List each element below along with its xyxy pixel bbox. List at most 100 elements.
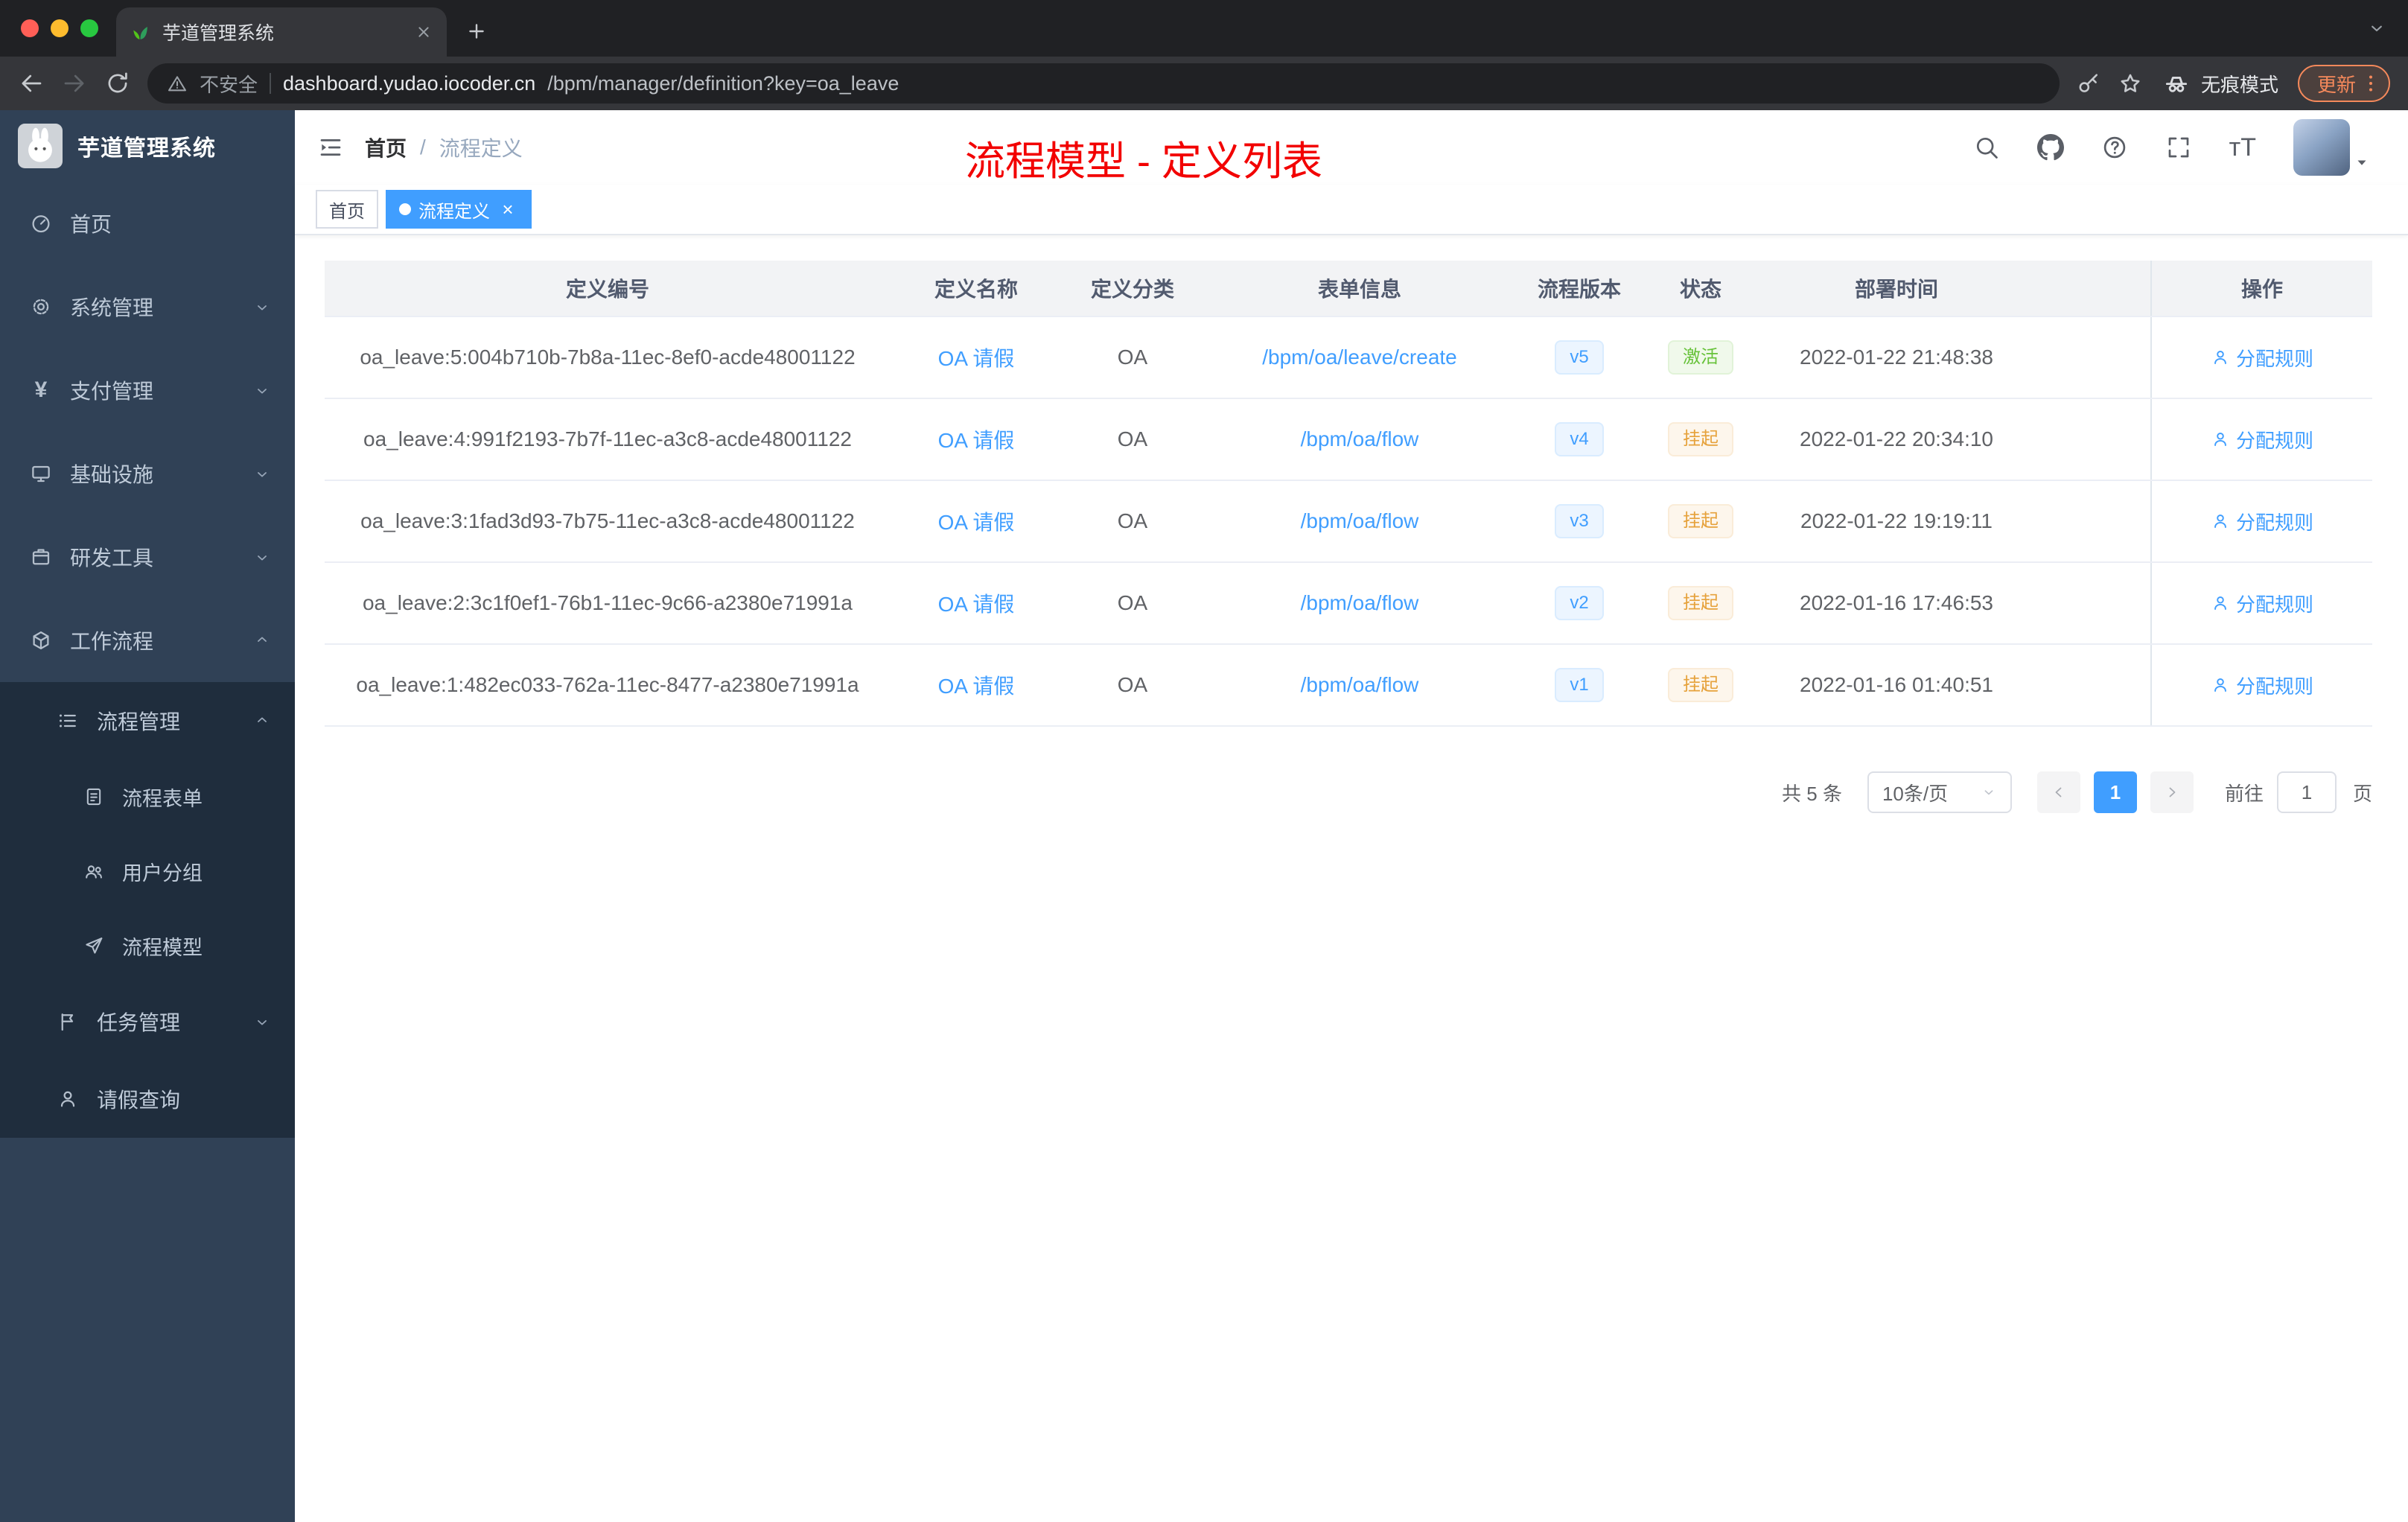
sidebar: 芋道管理系统 首页系统管理 ¥ 支付管理基础设施研发工具 工作流程 流程管理流程表单用户… xyxy=(0,110,295,1522)
version-tag: v4 xyxy=(1555,422,1604,456)
sidebar-item-user-group[interactable]: 用户分组 xyxy=(0,834,295,908)
sidebar-item-label: 流程模型 xyxy=(122,936,203,959)
fullscreen-icon[interactable] xyxy=(2165,134,2192,161)
sidebar-item-infrastructure[interactable]: 基础设施 xyxy=(0,432,295,515)
form-info-link[interactable]: /bpm/oa/flow xyxy=(1301,509,1419,533)
assign-rule-link[interactable]: 分配规则 xyxy=(2211,672,2313,699)
sidebar-item-home[interactable]: 首页 xyxy=(0,182,295,265)
page-size-select[interactable]: 10条/页 xyxy=(1867,771,2012,813)
url-bar[interactable]: 不安全 dashboard.yudao.iocoder.cn/bpm/manag… xyxy=(147,63,2060,104)
version-cell: v3 xyxy=(1516,481,1643,561)
new-tab-button[interactable] xyxy=(465,19,488,43)
window-zoom-button[interactable] xyxy=(80,19,98,37)
table-row: oa_leave:5:004b710b-7b8a-11ec-8ef0-acde4… xyxy=(325,317,2372,399)
version-cell: v4 xyxy=(1516,399,1643,480)
box-icon xyxy=(30,546,52,568)
sidebar-item-process-model[interactable]: 流程模型 xyxy=(0,908,295,983)
sidebar-item-workflow[interactable]: 工作流程 xyxy=(0,599,295,682)
sidebar-item-label: 支付管理 xyxy=(70,380,154,403)
status-tag: 挂起 xyxy=(1668,504,1733,538)
user-menu[interactable] xyxy=(2293,119,2371,176)
browser-tab[interactable]: 芋道管理系统 xyxy=(116,7,447,57)
sidebar-item-payment-management[interactable]: ¥ 支付管理 xyxy=(0,348,295,432)
breadcrumb: 首页 / 流程定义 xyxy=(365,133,523,162)
reload-icon[interactable] xyxy=(104,70,131,97)
definition-category: OA xyxy=(1117,427,1148,450)
tab-close-icon[interactable] xyxy=(414,22,433,42)
sidebar-item-label: 首页 xyxy=(70,213,112,236)
definition-name-link[interactable]: OA 请假 xyxy=(938,670,1015,700)
form-info-link[interactable]: /bpm/oa/flow xyxy=(1301,591,1419,615)
forward-icon[interactable] xyxy=(61,70,88,97)
sidebar-item-label: 基础设施 xyxy=(70,463,154,486)
status-cell: 挂起 xyxy=(1643,481,1759,561)
definition-name-link[interactable]: OA 请假 xyxy=(938,506,1015,536)
sidebar-logo[interactable]: 芋道管理系统 xyxy=(0,110,295,182)
definition-name-link[interactable]: OA 请假 xyxy=(938,424,1015,454)
tag-首页[interactable]: 首页 xyxy=(316,190,378,229)
tag-close-icon[interactable]: × xyxy=(497,199,518,220)
goto-page-input[interactable]: 1 xyxy=(2276,771,2337,813)
sidebar-item-system-management[interactable]: 系统管理 xyxy=(0,265,295,348)
browser-menu-icon[interactable] xyxy=(2359,71,2383,95)
form-info-link[interactable]: /bpm/oa/flow xyxy=(1301,427,1419,451)
tag-流程定义[interactable]: 流程定义 × xyxy=(386,190,532,229)
app: 芋道管理系统 首页 系统管理 ¥ 支付管理 基础设施 研发工具 工作流程 流程管理 流程表单 用户… xyxy=(0,110,2408,1522)
breadcrumb-item: 流程定义 xyxy=(439,137,523,160)
form-info-cell: /bpm/oa/flow xyxy=(1203,481,1516,561)
bookmark-star-icon[interactable] xyxy=(2118,71,2143,96)
page-size-value: 10条/页 xyxy=(1882,782,1949,805)
form-info-cell: /bpm/oa/leave/create xyxy=(1203,317,1516,398)
tab-favicon-icon xyxy=(130,22,150,42)
form-info-link[interactable]: /bpm/oa/flow xyxy=(1301,673,1419,697)
tab-title: 芋道管理系统 xyxy=(162,23,275,44)
assign-rule-link[interactable]: 分配规则 xyxy=(2211,344,2313,372)
form-info-link[interactable]: /bpm/oa/leave/create xyxy=(1262,346,1457,369)
password-key-icon[interactable] xyxy=(2076,71,2101,96)
version-tag: v5 xyxy=(1555,340,1604,375)
search-icon[interactable] xyxy=(1973,134,2000,161)
back-icon[interactable] xyxy=(18,70,45,97)
url-path: /bpm/manager/definition?key=oa_leave xyxy=(547,71,899,95)
sidebar-item-process-form[interactable]: 流程表单 xyxy=(0,760,295,834)
browser-tab-strip: 芋道管理系统 xyxy=(0,0,2408,57)
definition-name-link[interactable]: OA 请假 xyxy=(938,588,1015,618)
definition-name-cell: OA 请假 xyxy=(891,645,1062,725)
chevron-down-icon xyxy=(253,465,271,483)
assign-rule-link[interactable]: 分配规则 xyxy=(2211,508,2313,535)
sidebar-item-process-management[interactable]: 流程管理 xyxy=(0,682,295,760)
github-icon[interactable] xyxy=(2036,134,2064,161)
definitions-table: 定义编号 定义名称 定义分类 表单信息 流程版本 状态 部署时间 操作 oa_leave:5:… xyxy=(325,261,2372,727)
page-1-button[interactable]: 1 xyxy=(2093,771,2137,813)
chevron-up-icon xyxy=(253,631,271,649)
actions-cell: 分配规则 xyxy=(2150,645,2372,725)
prev-page-button[interactable] xyxy=(2036,771,2080,813)
logo-title: 芋道管理系统 xyxy=(77,136,216,161)
update-button[interactable]: 更新 xyxy=(2297,65,2390,102)
person-icon xyxy=(2211,593,2230,613)
table-row: oa_leave:4:991f2193-7b7f-11ec-a3c8-acde4… xyxy=(325,399,2372,481)
assign-rule-link[interactable]: 分配规则 xyxy=(2211,590,2313,617)
tab-list-chevron-icon[interactable] xyxy=(2366,18,2387,39)
help-icon[interactable] xyxy=(2101,134,2128,161)
window-close-button[interactable] xyxy=(21,19,39,37)
form-info-cell: /bpm/oa/flow xyxy=(1203,645,1516,725)
window-minimize-button[interactable] xyxy=(51,19,69,37)
assign-rule-link[interactable]: 分配规则 xyxy=(2211,426,2313,453)
row-spacer xyxy=(2034,399,2150,480)
font-size-icon[interactable]: тT xyxy=(2229,135,2256,160)
sidebar-item-label: 流程表单 xyxy=(122,787,203,810)
sidebar-item-dev-tools[interactable]: 研发工具 xyxy=(0,515,295,599)
definition-name-cell: OA 请假 xyxy=(891,481,1062,561)
navbar-actions: тT xyxy=(1973,119,2386,176)
goto-label: 前往 xyxy=(2224,782,2264,805)
hamburger-icon[interactable] xyxy=(317,134,344,161)
sidebar-item-leave-query[interactable]: 请假查询 xyxy=(0,1060,295,1138)
person-icon xyxy=(2211,512,2230,531)
sidebar-item-task-management[interactable]: 任务管理 xyxy=(0,983,295,1060)
definition-name-link[interactable]: OA 请假 xyxy=(938,343,1015,372)
next-page-button[interactable] xyxy=(2150,771,2194,813)
definition-category: OA xyxy=(1117,346,1148,369)
chevron-up-icon xyxy=(253,712,271,730)
breadcrumb-item[interactable]: 首页 xyxy=(365,133,407,162)
